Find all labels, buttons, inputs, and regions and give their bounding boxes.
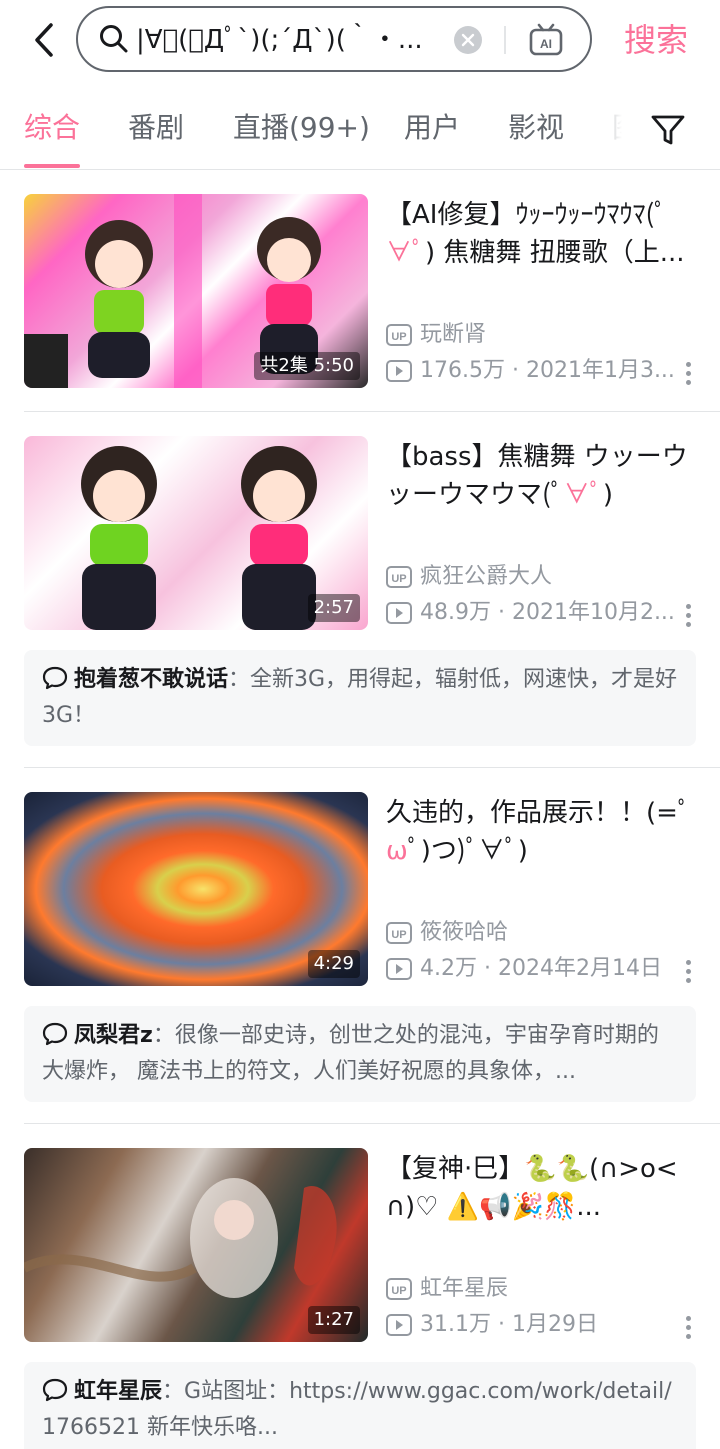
top-bar: |∀ﾟ(ﾟДﾟ`)(;´Д`)(｀・... AI 搜索 (0, 0, 720, 80)
uploader-row[interactable]: UP 虹年星辰 (386, 1274, 508, 1304)
uploader-name: 筱筱哈哈 (420, 920, 509, 945)
video-stats: 48.9万 · 2021年10月2... (420, 600, 675, 625)
svg-text:UP: UP (391, 1285, 406, 1297)
stats-row: 31.1万 · 1月29日 (386, 1310, 598, 1340)
tab-movies[interactable]: 影视 (508, 108, 564, 148)
more-options-button[interactable] (680, 358, 696, 388)
uploader-name: 玩断肾 (420, 322, 487, 347)
comment-icon (42, 666, 68, 690)
tab-users[interactable]: 用户 (404, 108, 460, 148)
video-thumbnail[interactable]: 2:57 (24, 436, 368, 630)
comment-icon (42, 1022, 68, 1046)
more-options-button[interactable] (680, 956, 696, 986)
close-icon (461, 33, 475, 47)
more-options-button[interactable] (680, 1312, 696, 1342)
up-icon: UP (386, 324, 412, 346)
uploader-row[interactable]: UP 筱筱哈哈 (386, 918, 508, 948)
search-box[interactable]: |∀ﾟ(ﾟДﾟ`)(;´Д`)(｀・... AI (76, 6, 592, 72)
video-title: 【AI修复】ｳｯｰｳｯｰｳﾏｳﾏ(ﾟ∀ﾟ) 焦糖舞 扭腰歌（上... (386, 200, 685, 268)
uploader-name: 虹年星辰 (420, 1276, 509, 1301)
video-stats: 176.5万 · 2021年1月3... (420, 358, 675, 383)
tab-bangumi[interactable]: 番剧 (128, 108, 184, 148)
comment-icon (42, 1378, 68, 1402)
up-icon: UP (386, 922, 412, 944)
tabs-fade (580, 96, 640, 168)
tab-comprehensive[interactable]: 综合 (24, 108, 80, 148)
play-count-icon (386, 958, 412, 980)
video-result-1[interactable]: 共2集 5:50 【AI修复】ｳｯｰｳｯｰｳﾏｳﾏ(ﾟ∀ﾟ) 焦糖舞 扭腰歌（上… (0, 170, 720, 412)
video-duration: 共2集 5:50 (254, 352, 360, 380)
up-icon: UP (386, 1278, 412, 1300)
uploader-name: 疯狂公爵大人 (420, 564, 553, 589)
video-duration: 1:27 (307, 1306, 360, 1334)
video-title: 【复神·巳】🐍🐍(∩>o<∩)♡ ⚠️📢🎉🎊... (386, 1154, 678, 1222)
search-icon (100, 25, 128, 53)
video-stats: 4.2万 · 2024年2月14日 (420, 956, 662, 981)
active-tab-indicator (24, 164, 80, 168)
video-title: 【bass】焦糖舞 ウッーウッーウマウマ(ﾟ∀ﾟ) (386, 442, 688, 510)
ai-search-icon[interactable]: AI (528, 22, 564, 58)
top-comment[interactable]: 虹年星辰：G站图址：https://www.ggac.com/work/deta… (24, 1362, 696, 1449)
comment-author: 凤梨君z (74, 1023, 153, 1048)
svg-text:AI: AI (540, 37, 552, 51)
video-duration: 4:29 (307, 950, 360, 978)
video-thumbnail[interactable]: 共2集 5:50 (24, 194, 368, 388)
video-result-2[interactable]: 2:57 【bass】焦糖舞 ウッーウッーウマウマ(ﾟ∀ﾟ) UP 疯狂公爵大人… (0, 412, 720, 768)
video-thumbnail[interactable]: 1:27 (24, 1148, 368, 1342)
play-count-icon (386, 602, 412, 624)
top-comment[interactable]: 凤梨君z：很像一部史诗，创世之处的混沌，宇宙孕育时期的大爆炸， 魔法书上的符文，… (24, 1006, 696, 1102)
top-comment[interactable]: 抱着葱不敢说话：全新3G，用得起，辐射低，网速快，才是好3G！ (24, 650, 696, 746)
stats-row: 4.2万 · 2024年2月14日 (386, 954, 662, 984)
svg-text:UP: UP (391, 573, 406, 585)
search-submit-button[interactable]: 搜索 (624, 18, 688, 62)
video-stats: 31.1万 · 1月29日 (420, 1312, 598, 1337)
svg-text:UP: UP (391, 331, 406, 343)
uploader-row[interactable]: UP 疯狂公爵大人 (386, 562, 552, 592)
video-title: 久违的，作品展示！！(=ﾟωﾟ)つ)ﾟ∀ﾟ) (386, 798, 691, 866)
video-thumbnail[interactable]: 4:29 (24, 792, 368, 986)
uploader-row[interactable]: UP 玩断肾 (386, 320, 486, 350)
chevron-left-icon (35, 23, 53, 57)
more-options-button[interactable] (680, 600, 696, 630)
comment-author: 抱着葱不敢说话 (74, 667, 229, 692)
filter-icon[interactable] (648, 110, 688, 150)
video-result-4[interactable]: 1:27 【复神·巳】🐍🐍(∩>o<∩)♡ ⚠️📢🎉🎊... UP 虹年星辰 3… (0, 1124, 720, 1449)
back-button[interactable] (26, 18, 62, 62)
tab-live[interactable]: 直播(99+) (233, 108, 370, 148)
svg-text:UP: UP (391, 929, 406, 941)
search-divider (504, 26, 506, 54)
search-category-tabs: 综合 番剧 直播(99+) 用户 影视 图 (0, 96, 720, 170)
play-count-icon (386, 360, 412, 382)
clear-search-button[interactable] (454, 26, 482, 54)
up-icon: UP (386, 566, 412, 588)
search-input[interactable]: |∀ﾟ(ﾟДﾟ`)(;´Д`)(｀・... (136, 22, 456, 58)
play-count-icon (386, 1314, 412, 1336)
video-duration: 2:57 (307, 594, 360, 622)
video-result-3[interactable]: 4:29 久违的，作品展示！！(=ﾟωﾟ)つ)ﾟ∀ﾟ) UP 筱筱哈哈 4.2万… (0, 768, 720, 1124)
comment-author: 虹年星辰 (74, 1379, 163, 1404)
stats-row: 176.5万 · 2021年1月3... (386, 356, 675, 386)
stats-row: 48.9万 · 2021年10月2... (386, 598, 675, 628)
